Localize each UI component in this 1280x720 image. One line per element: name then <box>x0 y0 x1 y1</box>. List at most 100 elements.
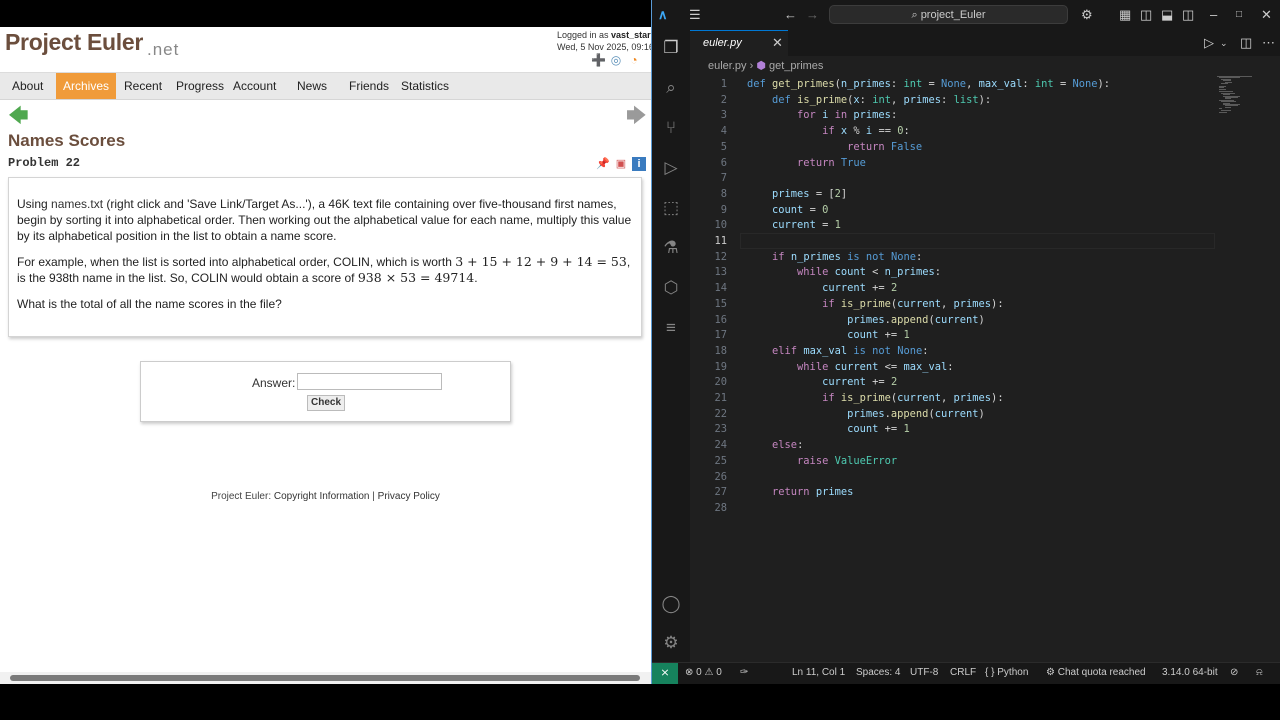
language-label: Python <box>997 667 1029 678</box>
nav-about[interactable]: About <box>12 73 43 99</box>
names-file-link[interactable]: names.txt <box>51 197 103 211</box>
python-interpreter[interactable]: 3.14.0 64-bit <box>1162 667 1218 678</box>
run-file-icon[interactable]: ▷ <box>1204 28 1214 58</box>
chat-status[interactable]: ⚙ Chat quota reached <box>1046 667 1146 678</box>
footer-separator: | <box>369 491 378 502</box>
forward-arrow-icon[interactable]: → <box>806 0 819 30</box>
language-mode[interactable]: { } Python <box>985 667 1028 678</box>
bottom-bar <box>0 684 1280 720</box>
split-editor-icon[interactable]: ◫ <box>1240 28 1252 58</box>
site-logo-suffix: .net <box>147 40 180 59</box>
code-text: count += 1 <box>847 329 910 342</box>
line-number: 14 <box>714 282 727 295</box>
close-window-icon[interactable]: ✕ <box>1261 0 1272 30</box>
bookmark-icon[interactable]: ▣ <box>614 157 628 171</box>
indentation-status[interactable]: Spaces: 4 <box>856 667 900 678</box>
run-debug-icon[interactable]: ▷ <box>661 158 681 178</box>
code-text: primes.append(current) <box>847 313 985 326</box>
copilot-icon[interactable]: ⚙ <box>1081 0 1093 30</box>
breadcrumb-file[interactable]: euler.py <box>708 60 747 72</box>
code-editor[interactable]: 1 def get_primes(n_primes: int = None, ma… <box>690 76 1280 662</box>
nav-statistics[interactable]: Statistics <box>401 73 449 99</box>
maximize-icon[interactable]: □ <box>1236 0 1242 30</box>
line-number: 26 <box>714 470 727 483</box>
testing-icon[interactable]: ⚗ <box>661 238 681 258</box>
privacy-link[interactable]: Privacy Policy <box>378 491 440 502</box>
check-button[interactable]: Check <box>307 395 345 411</box>
explorer-icon[interactable]: ❐ <box>661 38 681 58</box>
copyright-link[interactable]: Copyright Information <box>274 491 370 502</box>
eol-status[interactable]: CRLF <box>950 667 976 678</box>
globe-icon[interactable]: ◎ <box>609 54 623 67</box>
horizontal-scrollbar[interactable] <box>0 672 651 684</box>
next-problem-arrow-icon[interactable]: 🡆 <box>626 106 647 126</box>
error-count: 0 <box>696 667 702 678</box>
source-control-icon[interactable]: ⑂ <box>661 118 681 138</box>
scrollbar-thumb[interactable] <box>10 675 640 681</box>
remote-indicator-icon[interactable]: ⨯ <box>652 663 678 684</box>
account-icon[interactable]: ◯ <box>661 594 681 614</box>
remote-explorer-icon[interactable]: ≡ <box>661 318 681 338</box>
notifications-bell-icon[interactable]: ⍾ <box>1256 667 1263 678</box>
rss-icon[interactable]: ◔ <box>627 54 641 67</box>
problem-paragraph-3: What is the total of all the name scores… <box>17 297 282 311</box>
browser-window: Project Euler .net Logged in as vast_sta… <box>0 0 651 684</box>
toggle-sidebar-icon[interactable]: ◫ <box>1140 0 1152 30</box>
copilot-disabled-icon[interactable]: ⊘ <box>1230 667 1238 678</box>
previous-problem-arrow-icon[interactable]: 🡄 <box>8 106 29 126</box>
back-arrow-icon[interactable]: ← <box>784 0 797 30</box>
nav-account[interactable]: Account <box>233 73 276 99</box>
command-search-box[interactable]: ⌕ project_Euler <box>829 5 1068 24</box>
search-view-icon[interactable]: ⌕ <box>661 78 681 98</box>
nav-news[interactable]: News <box>297 73 327 99</box>
nav-progress[interactable]: Progress <box>176 73 224 99</box>
editor-tabs: euler.py ✕ ▷ ⌄ ◫ ⋯ <box>690 30 1280 56</box>
code-text: while count < n_primes: <box>797 266 941 279</box>
code-text: count += 1 <box>847 423 910 436</box>
customize-layout-icon[interactable]: ▦ <box>1119 0 1131 30</box>
containers-icon[interactable]: ⬡ <box>661 278 681 298</box>
site-logo[interactable]: Project Euler <box>5 29 143 56</box>
settings-gear-icon[interactable]: ⚙ <box>661 633 681 653</box>
line-number: 10 <box>714 219 727 232</box>
answer-input[interactable] <box>297 373 442 390</box>
nav-archives[interactable]: Archives <box>56 73 117 99</box>
extensions-icon[interactable]: ⬚ <box>661 198 681 218</box>
warning-count: 0 <box>716 667 722 678</box>
pin-icon[interactable]: 📌 <box>596 157 610 171</box>
status-bar: ⨯ ⊗ 0 ⚠ 0 ✑ Ln 11, Col 1 Spaces: 4 UTF-8… <box>652 662 1280 684</box>
breadcrumb-symbol[interactable]: get_primes <box>769 60 823 72</box>
code-text: if x % i == 0: <box>822 125 910 138</box>
code-text: def get_primes(n_primes: int = None, max… <box>747 78 1111 90</box>
code-text: else: <box>772 439 804 452</box>
info-icon[interactable]: i <box>632 157 646 171</box>
problem-icons: 📌 ▣ i <box>596 157 646 171</box>
nav-recent[interactable]: Recent <box>124 73 162 99</box>
tab-close-icon[interactable]: ✕ <box>772 35 783 51</box>
cursor-position[interactable]: Ln 11, Col 1 <box>792 667 845 678</box>
line-number: 4 <box>720 125 727 138</box>
toggle-panel-icon[interactable]: ⬓ <box>1161 0 1173 30</box>
code-text: primes.append(current) <box>847 407 985 420</box>
ports-icon[interactable]: ✑ <box>740 667 748 678</box>
add-friend-icon[interactable]: ➕ <box>591 54 606 67</box>
tab-euler-py[interactable]: euler.py ✕ <box>690 30 788 56</box>
code-text: while current <= max_val: <box>797 360 954 373</box>
minimize-icon[interactable]: – <box>1210 0 1217 30</box>
login-user[interactable]: vast_stars <box>611 30 651 40</box>
line-number: 18 <box>714 344 727 357</box>
current-line-highlight <box>740 233 1215 249</box>
menu-icon[interactable]: ☰ <box>689 0 701 30</box>
search-text: project_Euler <box>920 9 986 21</box>
problems-status[interactable]: ⊗ 0 ⚠ 0 <box>685 667 722 678</box>
encoding-status[interactable]: UTF-8 <box>910 667 938 678</box>
answer-label: Answer: <box>252 376 296 390</box>
minimap[interactable] <box>1217 76 1257 116</box>
toggle-secondary-sidebar-icon[interactable]: ◫ <box>1182 0 1194 30</box>
para2-text-c: . <box>474 271 478 285</box>
run-dropdown-chevron-icon[interactable]: ⌄ <box>1220 28 1228 58</box>
line-number: 1 <box>720 78 727 90</box>
more-actions-icon[interactable]: ⋯ <box>1262 28 1275 58</box>
copilot-status-icon: ⚙ <box>1046 667 1055 678</box>
nav-friends[interactable]: Friends <box>349 73 389 99</box>
